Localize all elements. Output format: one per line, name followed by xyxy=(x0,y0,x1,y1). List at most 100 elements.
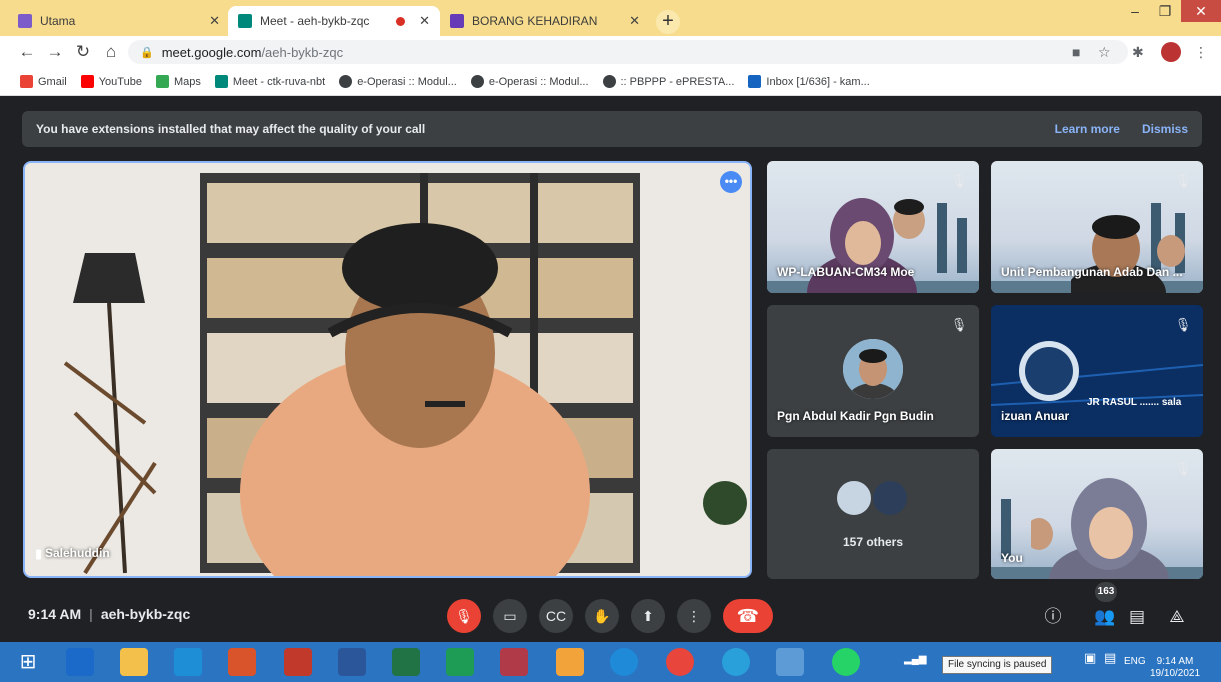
learn-more-link[interactable]: Learn more xyxy=(1055,122,1120,136)
more-options-button[interactable]: ⋮ xyxy=(677,599,711,633)
captions-button[interactable]: CC xyxy=(539,599,573,633)
self-view-tile[interactable]: 🎙 You xyxy=(991,449,1203,579)
clock-date: 19/10/2021 xyxy=(1150,668,1201,679)
tray-icon[interactable]: ▣ xyxy=(1084,650,1096,666)
word-icon[interactable] xyxy=(338,648,366,676)
edge-icon[interactable] xyxy=(610,648,638,676)
bookmark-pbppp[interactable]: :: PBPPP - ePRESTA... xyxy=(602,75,735,88)
others-tile[interactable]: 157 others xyxy=(767,449,979,579)
app-icon[interactable] xyxy=(66,648,94,676)
microphone-off-button[interactable]: 🎙 xyxy=(447,599,481,633)
camera-button[interactable]: ▭ xyxy=(493,599,527,633)
tab-borang-kehadiran[interactable]: BORANG KEHADIRAN ✕ xyxy=(440,6,650,36)
dismiss-button[interactable]: Dismiss xyxy=(1142,122,1188,136)
bookmark-inbox[interactable]: Inbox [1/636] - kam... xyxy=(748,75,870,88)
speaker-name: Salehuddin xyxy=(45,546,110,560)
banner-text: You have extensions installed that may a… xyxy=(36,122,426,136)
powerpoint-icon[interactable] xyxy=(228,648,256,676)
participant-tile[interactable]: 🎙 WP-LABUAN-CM34 Moe xyxy=(767,161,979,293)
tab-utama[interactable]: Utama ✕ xyxy=(8,6,230,36)
tab-close-icon[interactable]: ✕ xyxy=(629,13,640,29)
network-icon[interactable]: ▂▄▆ xyxy=(904,654,926,665)
bookmark-eoperasi-1[interactable]: e-Operasi :: Modul... xyxy=(339,75,457,88)
tile-options-button[interactable]: ••• xyxy=(720,171,742,193)
raise-hand-button[interactable]: ✋ xyxy=(585,599,619,633)
bookmark-maps[interactable]: Maps xyxy=(155,75,201,88)
bookmark-eoperasi-2[interactable]: e-Operasi :: Modul... xyxy=(470,75,589,88)
bookmark-label: :: PBPPP - ePRESTA... xyxy=(620,75,735,88)
bookmark-label: Gmail xyxy=(38,75,67,88)
tab-close-icon[interactable]: ✕ xyxy=(209,13,220,29)
bookmark-meet[interactable]: Meet - ctk-ruva-nbt xyxy=(214,75,325,88)
reload-icon[interactable]: ↻ xyxy=(72,41,94,63)
bookmark-label: e-Operasi :: Modul... xyxy=(488,75,589,88)
back-arrow-icon[interactable]: ← xyxy=(16,41,38,63)
participant-name: Unit Pembangunan Adab Dan ... xyxy=(1001,265,1183,279)
self-name: You xyxy=(1001,551,1023,565)
bookmark-label: Inbox [1/636] - kam... xyxy=(766,75,870,88)
participant-tile[interactable]: 🎙 Unit Pembangunan Adab Dan ... xyxy=(991,161,1203,293)
bookmark-gmail[interactable]: Gmail xyxy=(20,75,67,88)
photos-icon[interactable] xyxy=(776,648,804,676)
calculator-icon[interactable] xyxy=(446,648,474,676)
new-tab-button[interactable]: + xyxy=(656,10,680,34)
whatsapp-icon[interactable] xyxy=(832,648,860,676)
browser-menu-icon[interactable]: ⋮ xyxy=(1194,44,1208,61)
globe-icon xyxy=(602,75,616,88)
bookmark-youtube[interactable]: YouTube xyxy=(80,75,142,88)
file-explorer-icon[interactable] xyxy=(120,648,148,676)
office-icon[interactable] xyxy=(556,648,584,676)
home-icon[interactable]: ⌂ xyxy=(100,41,122,63)
minimize-button[interactable]: – xyxy=(1120,0,1150,22)
bookmark-label: e-Operasi :: Modul... xyxy=(357,75,457,88)
participant-avatar xyxy=(835,479,873,517)
tile-overlay-text: JR RASUL ....... sala xyxy=(1087,397,1182,408)
forward-arrow-icon[interactable]: → xyxy=(44,41,66,63)
muted-mic-icon: 🎙 xyxy=(1174,317,1192,332)
clock-time: 9:14 AM xyxy=(1156,656,1194,667)
participant-avatar xyxy=(871,479,909,517)
meet-icon xyxy=(214,75,228,88)
youtube-icon xyxy=(80,75,94,88)
activities-icon[interactable]: ⟁ xyxy=(1164,604,1190,630)
window-close-button[interactable]: ✕ xyxy=(1181,0,1221,22)
speaker-video xyxy=(25,163,750,576)
volume-icon[interactable]: ▤ xyxy=(1104,650,1116,666)
main-speaker-tile[interactable]: ••• Salehuddin ▮ xyxy=(23,161,752,578)
forms-favicon-icon xyxy=(450,14,464,28)
tab-label: BORANG KEHADIRAN xyxy=(472,14,598,28)
people-icon[interactable]: 👥 xyxy=(1092,604,1118,630)
lock-icon: 🔒 xyxy=(140,46,154,59)
profile-avatar[interactable] xyxy=(1161,42,1181,62)
app-icon[interactable] xyxy=(500,648,528,676)
telegram-icon[interactable] xyxy=(722,648,750,676)
participant-name: izuan Anuar xyxy=(1001,409,1070,423)
leave-call-button[interactable]: ☎ xyxy=(723,599,773,633)
extensions-icon[interactable]: ✱ xyxy=(1132,44,1144,61)
bookmark-star-icon[interactable]: ☆ xyxy=(1098,44,1111,61)
browser-tab-strip: Utama ✕ Meet - aeh-bykb-zqc ✕ BORANG KEH… xyxy=(0,0,1221,36)
meeting-time: 9:14 AM xyxy=(28,606,82,622)
excel-icon[interactable] xyxy=(392,648,420,676)
power-icon[interactable] xyxy=(284,648,312,676)
maximize-button[interactable]: ❐ xyxy=(1150,0,1180,22)
meeting-info: 9:14 AM | aeh-bykb-zqc xyxy=(28,606,191,622)
participant-name: Pgn Abdul Kadir Pgn Budin xyxy=(777,409,934,423)
tab-close-icon[interactable]: ✕ xyxy=(419,13,430,29)
participant-tile[interactable]: JR RASUL ....... sala 🎙 izuan Anuar xyxy=(991,305,1203,437)
windows-start-icon[interactable]: ⊞ xyxy=(14,648,42,676)
present-screen-button[interactable]: ⬆ xyxy=(631,599,665,633)
chat-icon[interactable]: ▤ xyxy=(1124,604,1150,630)
system-clock[interactable]: 9:14 AM 19/10/2021 xyxy=(1150,656,1200,680)
url-path: /aeh-bykb-zqc xyxy=(261,44,344,60)
participant-avatar xyxy=(843,339,903,399)
url-input[interactable]: 🔒 meet.google.com /aeh-bykb-zqc xyxy=(128,40,1128,64)
meeting-details-icon[interactable]: ⓘ xyxy=(1040,604,1066,630)
participant-tile[interactable]: 🎙 Pgn Abdul Kadir Pgn Budin xyxy=(767,305,979,437)
camera-in-use-icon[interactable]: ■ xyxy=(1072,44,1080,60)
input-language[interactable]: ENG xyxy=(1124,656,1146,667)
muted-mic-icon: 🎙 xyxy=(950,317,968,332)
chrome-icon[interactable] xyxy=(666,648,694,676)
internet-explorer-icon[interactable] xyxy=(174,648,202,676)
tab-meet[interactable]: Meet - aeh-bykb-zqc ✕ xyxy=(228,6,440,36)
